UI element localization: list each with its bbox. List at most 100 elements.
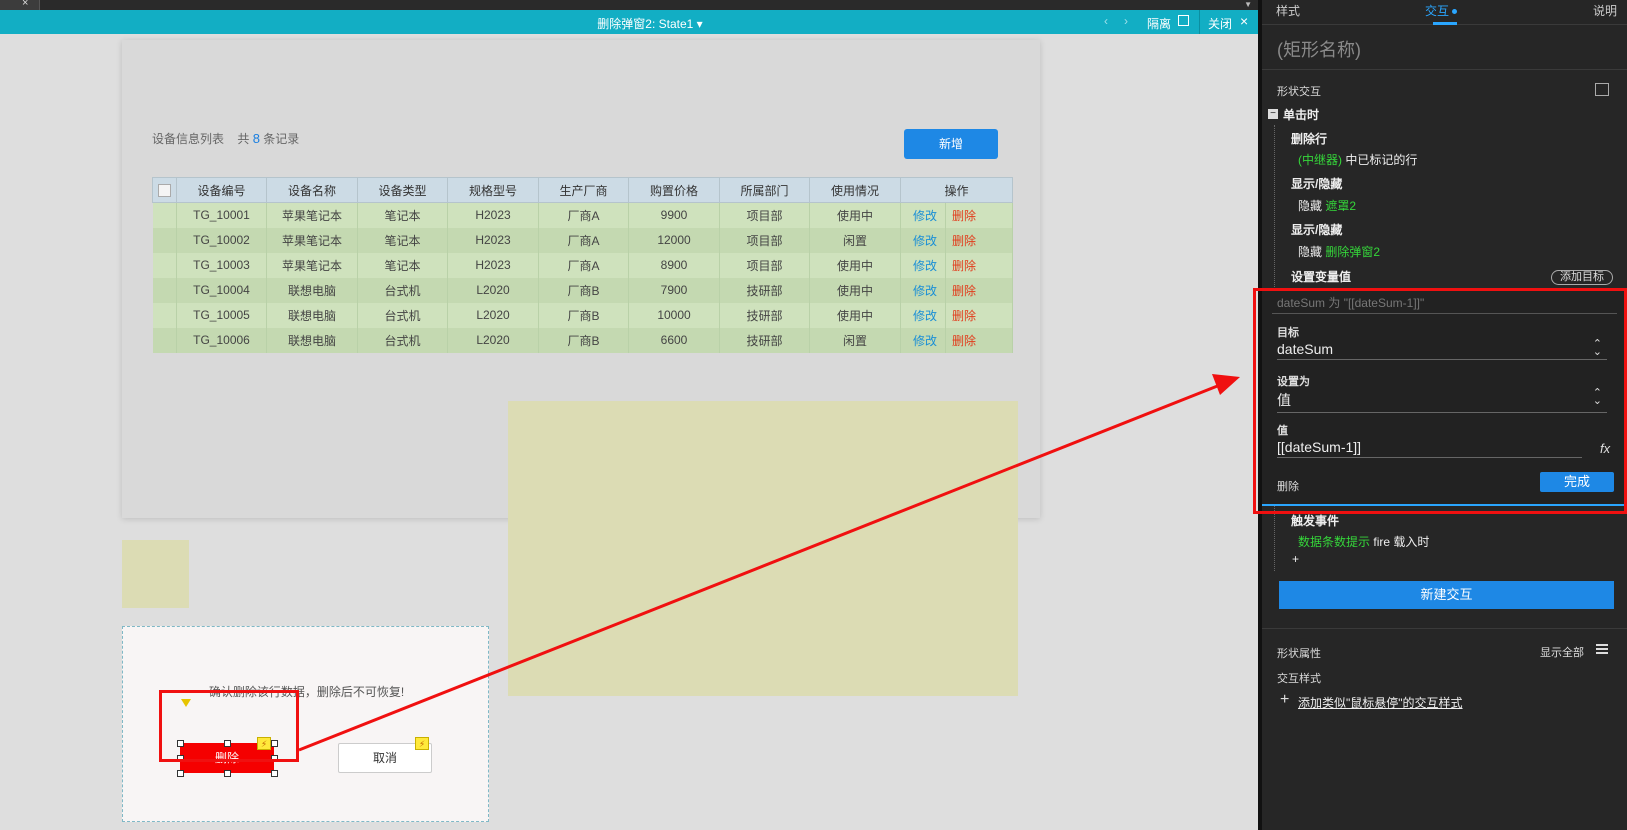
chevron-right-icon[interactable]: › <box>1124 14 1128 28</box>
event-onclick[interactable]: 单击时 <box>1283 106 1319 123</box>
delete-link[interactable]: 删除 <box>945 277 1014 303</box>
delete-link[interactable]: 删除 <box>945 252 1014 278</box>
action-set-variable[interactable]: 设置变量值 <box>1291 268 1351 285</box>
edit-link[interactable]: 修改 <box>900 277 946 303</box>
plus-icon[interactable]: + <box>1280 691 1289 709</box>
row-select-cell <box>152 252 177 278</box>
edit-link[interactable]: 修改 <box>900 327 946 353</box>
resize-handle[interactable] <box>224 770 231 777</box>
delete-link[interactable]: 删除 <box>945 202 1014 228</box>
column-header[interactable]: 规格型号 <box>447 177 539 203</box>
table-body: TG_10001 苹果笔记本 笔记本 H2023 厂商A 9900 项目部 使用中 修改 删除 TG… <box>152 202 1014 353</box>
dropdown-icon[interactable]: ▼ <box>1244 0 1252 9</box>
close-icon[interactable]: × <box>1240 13 1248 29</box>
expand-icon[interactable] <box>1595 83 1609 96</box>
add-action-icon[interactable]: + <box>1292 552 1299 566</box>
inspector-tabs: 样式 交互 说明 <box>1262 0 1627 25</box>
table-row[interactable]: TG_10001 苹果笔记本 笔记本 H2023 厂商A 9900 项目部 使用中 修改 删除 <box>152 202 1014 228</box>
delete-link[interactable]: 删除 <box>945 302 1014 328</box>
state-header-bar: 删除弹窗2: State1 ▾ ‹ › 隔离 关闭 × <box>0 10 1258 34</box>
table-cell: 7900 <box>628 277 720 303</box>
table-cell: 苹果笔记本 <box>266 252 358 278</box>
column-header[interactable]: 设备名称 <box>266 177 358 203</box>
table-cell: 8900 <box>628 252 720 278</box>
table-row[interactable]: TG_10006 联想电脑 台式机 L2020 厂商B 6600 技研部 闲置 修改 删除 <box>152 327 1014 353</box>
column-header[interactable]: 使用情况 <box>809 177 901 203</box>
edit-link[interactable]: 修改 <box>900 227 946 253</box>
table-cell: 厂商B <box>538 277 629 303</box>
resize-handle[interactable] <box>177 770 184 777</box>
resize-handle[interactable] <box>271 770 278 777</box>
table-row[interactable]: TG_10003 苹果笔记本 笔记本 H2023 厂商A 8900 项目部 使用中 修改 删除 <box>152 252 1014 278</box>
column-header[interactable]: 所属部门 <box>719 177 810 203</box>
action-show-hide[interactable]: 显示/隐藏 <box>1291 175 1342 192</box>
action-detail: (中继器) 中已标记的行 <box>1298 153 1418 167</box>
select-all-checkbox[interactable] <box>158 184 171 198</box>
divider <box>1262 628 1627 629</box>
table-cell: 闲置 <box>809 327 901 353</box>
table-cell: 10000 <box>628 302 720 328</box>
tab-interactions[interactable]: 交互 <box>1425 2 1458 19</box>
add-button[interactable]: 新增 <box>904 129 998 159</box>
table-cell: 使用中 <box>809 302 901 328</box>
add-interaction-style-link[interactable]: 添加类似"鼠标悬停"的交互样式 <box>1298 694 1463 711</box>
table-row[interactable]: TG_10004 联想电脑 台式机 L2020 厂商B 7900 技研部 使用中 修改 删除 <box>152 277 1014 303</box>
shape-name-field[interactable]: (矩形名称) <box>1277 36 1361 62</box>
table-cell: 技研部 <box>719 277 810 303</box>
tab-style[interactable]: 样式 <box>1276 2 1300 19</box>
edit-link[interactable]: 修改 <box>900 302 946 328</box>
table-cell: L2020 <box>447 327 539 353</box>
column-header[interactable]: 设备类型 <box>357 177 448 203</box>
column-header[interactable]: 购置价格 <box>628 177 720 203</box>
show-all-toggle[interactable]: 显示全部 <box>1540 644 1584 660</box>
placeholder-rect-small[interactable] <box>122 540 189 608</box>
table-cell: 联想电脑 <box>266 327 358 353</box>
table-cell: TG_10002 <box>176 227 267 253</box>
add-target-button[interactable]: 添加目标 <box>1551 270 1613 285</box>
collapse-icon[interactable]: − <box>1268 109 1278 119</box>
edit-link[interactable]: 修改 <box>900 252 946 278</box>
chevron-left-icon[interactable]: ‹ <box>1104 14 1108 28</box>
table-cell: TG_10006 <box>176 327 267 353</box>
new-interaction-button[interactable]: 新建交互 <box>1279 581 1614 609</box>
column-header[interactable]: 操作 <box>899 177 1014 203</box>
table-row[interactable]: TG_10005 联想电脑 台式机 L2020 厂商B 10000 技研部 使用中 修改 删除 <box>152 302 1014 328</box>
document-tab[interactable]: × <box>0 0 40 10</box>
action-fire-event[interactable]: 触发事件 <box>1291 512 1339 529</box>
close-tab-icon[interactable]: × <box>22 0 28 9</box>
document-tab-strip: × ▼ <box>0 0 1258 10</box>
anchor-marker-icon <box>181 699 191 707</box>
table-cell: 苹果笔记本 <box>266 227 358 253</box>
placeholder-rect-large[interactable] <box>508 401 1018 696</box>
interaction-bolt-icon[interactable]: ⚡ <box>415 737 429 750</box>
edit-link[interactable]: 修改 <box>900 202 946 228</box>
section-title-shape-props: 形状属性 <box>1277 648 1321 660</box>
tab-notes[interactable]: 说明 <box>1593 2 1617 19</box>
table-cell: 技研部 <box>719 302 810 328</box>
action-show-hide[interactable]: 显示/隐藏 <box>1291 221 1342 238</box>
column-header[interactable]: 设备编号 <box>176 177 267 203</box>
table-cell: 闲置 <box>809 227 901 253</box>
close-button[interactable]: 关闭 <box>1208 15 1232 32</box>
table-cell: TG_10005 <box>176 302 267 328</box>
table-cell: 台式机 <box>357 302 448 328</box>
action-delete-row[interactable]: 删除行 <box>1291 130 1327 147</box>
action-detail: 数据条数提示 fire 载入时 <box>1298 535 1430 549</box>
menu-icon[interactable] <box>1596 642 1608 656</box>
isolate-icon[interactable] <box>1178 15 1189 26</box>
row-select-cell <box>152 302 177 328</box>
table-row[interactable]: TG_10002 苹果笔记本 笔记本 H2023 厂商A 12000 项目部 闲置 修改 删除 <box>152 227 1014 253</box>
table-cell: TG_10004 <box>176 277 267 303</box>
list-title-text: 设备信息列表 <box>152 132 225 146</box>
divider <box>1262 69 1627 70</box>
column-header[interactable]: 生产厂商 <box>538 177 629 203</box>
delete-link[interactable]: 删除 <box>945 227 1014 253</box>
delete-link[interactable]: 删除 <box>945 327 1014 353</box>
table-cell: 项目部 <box>719 227 810 253</box>
table-cell: L2020 <box>447 302 539 328</box>
table-cell: 笔记本 <box>357 202 448 228</box>
table-cell: 厂商B <box>538 327 629 353</box>
table-cell: 厂商B <box>538 302 629 328</box>
isolate-button[interactable]: 隔离 <box>1147 15 1171 32</box>
table-cell: 6600 <box>628 327 720 353</box>
